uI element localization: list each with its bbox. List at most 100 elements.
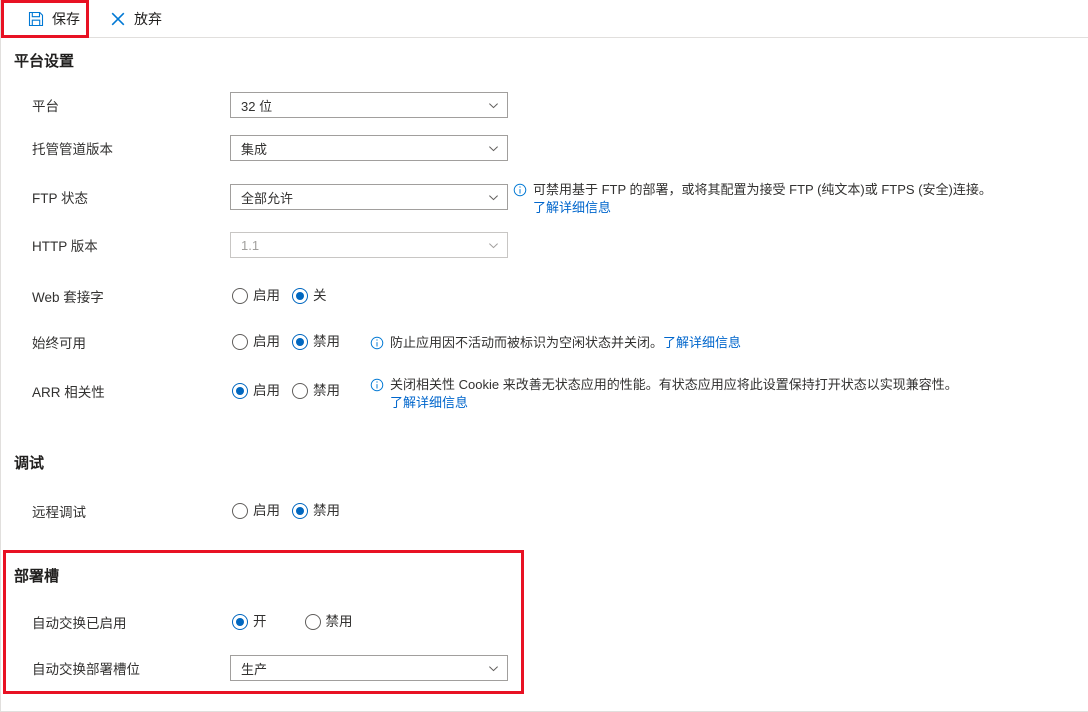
- ftp-state-learn-more-link[interactable]: 了解详细信息: [533, 200, 611, 215]
- field-remote-debugging: 启用 禁用: [232, 498, 348, 524]
- close-icon: [110, 11, 126, 27]
- radio-circle-icon: [232, 503, 248, 519]
- radio-circle-icon: [292, 383, 308, 399]
- discard-button-label: 放弃: [134, 10, 162, 27]
- auto-swap-slot-value: 生产: [241, 661, 268, 677]
- always-on-info-text: 防止应用因不活动而被标识为空闲状态并关闭。了解详细信息: [390, 334, 741, 352]
- row-label-auto-swap-slot: 自动交换部署槽位: [32, 662, 140, 677]
- radio-circle-icon: [292, 334, 308, 350]
- row-label-arr-affinity: ARR 相关性: [32, 385, 105, 400]
- info-icon: [513, 183, 527, 197]
- arr-affinity-option-enable[interactable]: 启用: [232, 383, 288, 399]
- platform-dropdown-value: 32 位: [241, 98, 273, 114]
- auto-swap-option-disable[interactable]: 禁用: [304, 614, 361, 630]
- ftp-state-info-text: 可禁用基于 FTP 的部署，或将其配置为接受 FTP (纯文本)或 FTPS (…: [533, 181, 992, 217]
- row-label-http-version: HTTP 版本: [32, 239, 98, 254]
- section-title-platform: 平台设置: [14, 53, 75, 70]
- row-label-platform: 平台: [32, 99, 59, 114]
- save-icon: [28, 11, 44, 27]
- http-version-dropdown[interactable]: 1.1: [230, 232, 508, 258]
- field-ftp-state: 全部允许: [230, 184, 508, 210]
- remote-debugging-radio-group: 启用 禁用: [232, 498, 348, 524]
- auto-swap-slot-dropdown[interactable]: 生产: [230, 655, 508, 681]
- ftp-state-info-body: 可禁用基于 FTP 的部署，或将其配置为接受 FTP (纯文本)或 FTPS (…: [533, 182, 992, 197]
- field-always-on: 启用 禁用: [232, 329, 348, 355]
- radio-circle-icon: [232, 334, 248, 350]
- field-auto-swap-enabled: 开 禁用: [232, 609, 361, 635]
- save-button[interactable]: 保存: [16, 1, 92, 37]
- arr-affinity-option-enable-label: 启用: [253, 383, 280, 399]
- arr-affinity-info-text: 关闭相关性 Cookie 来改善无状态应用的性能。有状态应用应将此设置保持打开状…: [390, 376, 958, 412]
- auto-swap-option-on[interactable]: 开: [232, 614, 275, 630]
- remote-debugging-option-disable[interactable]: 禁用: [292, 503, 348, 519]
- web-sockets-option-on[interactable]: 启用: [232, 288, 288, 304]
- radio-circle-icon: [232, 383, 248, 399]
- web-sockets-option-off-label: 关: [313, 288, 327, 304]
- ftp-state-info: 可禁用基于 FTP 的部署，或将其配置为接受 FTP (纯文本)或 FTPS (…: [513, 181, 992, 217]
- always-on-learn-more-link[interactable]: 了解详细信息: [663, 335, 741, 350]
- pipeline-version-value: 集成: [241, 141, 268, 157]
- ftp-state-dropdown[interactable]: 全部允许: [230, 184, 508, 210]
- row-label-remote-debugging: 远程调试: [32, 505, 86, 520]
- chevron-down-icon: [488, 662, 499, 673]
- save-button-label: 保存: [52, 10, 80, 27]
- arr-affinity-info: 关闭相关性 Cookie 来改善无状态应用的性能。有状态应用应将此设置保持打开状…: [370, 376, 958, 412]
- row-label-pipeline: 托管管道版本: [32, 142, 113, 157]
- row-web-sockets: Web 套接字 启用 关: [2, 283, 1088, 313]
- platform-dropdown[interactable]: 32 位: [230, 92, 508, 118]
- arr-affinity-option-disable-label: 禁用: [313, 383, 340, 399]
- radio-circle-icon: [292, 503, 308, 519]
- discard-button[interactable]: 放弃: [98, 1, 174, 37]
- radio-circle-icon: [232, 614, 248, 630]
- remote-debugging-option-enable[interactable]: 启用: [232, 503, 288, 519]
- web-sockets-option-off[interactable]: 关: [292, 288, 335, 304]
- section-title-debug: 调试: [14, 455, 45, 472]
- field-http-version: 1.1: [230, 232, 508, 258]
- row-auto-swap-slot: 自动交换部署槽位 生产: [2, 655, 1088, 685]
- remote-debugging-option-disable-label: 禁用: [313, 503, 340, 519]
- radio-circle-icon: [304, 614, 321, 630]
- row-auto-swap-enabled: 自动交换已启用 开 禁用: [2, 609, 1088, 639]
- configuration-page: 保存 放弃 平台设置 平台 32 位 托管管道版本 集成 FTP 状态 全部允许…: [0, 0, 1088, 712]
- field-pipeline: 集成: [230, 135, 508, 161]
- auto-swap-option-on-label: 开: [253, 614, 267, 630]
- arr-affinity-option-disable[interactable]: 禁用: [292, 383, 348, 399]
- web-sockets-radio-group: 启用 关: [232, 283, 335, 309]
- row-remote-debugging: 远程调试 启用 禁用: [2, 498, 1088, 528]
- chevron-down-icon: [488, 239, 499, 250]
- http-version-value: 1.1: [241, 237, 260, 253]
- auto-swap-option-disable-label: 禁用: [325, 614, 353, 630]
- row-label-auto-swap-enabled: 自动交换已启用: [32, 616, 127, 631]
- auto-swap-radio-group: 开 禁用: [232, 609, 361, 635]
- arr-affinity-learn-more-link[interactable]: 了解详细信息: [390, 395, 468, 410]
- always-on-option-disable-label: 禁用: [313, 334, 340, 350]
- field-web-sockets: 启用 关: [232, 283, 335, 309]
- field-auto-swap-slot: 生产: [230, 655, 508, 681]
- info-icon: [370, 336, 384, 350]
- always-on-option-enable-label: 启用: [253, 334, 280, 350]
- row-label-web-sockets: Web 套接字: [32, 290, 104, 305]
- command-toolbar: 保存 放弃: [2, 0, 1088, 38]
- radio-circle-icon: [232, 288, 248, 304]
- chevron-down-icon: [488, 142, 499, 153]
- chevron-down-icon: [488, 99, 499, 110]
- field-arr-affinity: 启用 禁用: [232, 378, 348, 404]
- always-on-radio-group: 启用 禁用: [232, 329, 348, 355]
- web-sockets-option-on-label: 启用: [253, 288, 280, 304]
- info-icon: [370, 378, 384, 392]
- arr-affinity-info-body: 关闭相关性 Cookie 来改善无状态应用的性能。有状态应用应将此设置保持打开状…: [390, 377, 958, 392]
- always-on-info-body: 防止应用因不活动而被标识为空闲状态并关闭。: [390, 335, 664, 350]
- always-on-option-disable[interactable]: 禁用: [292, 334, 348, 350]
- field-platform: 32 位: [230, 92, 508, 118]
- section-title-deployment-slot: 部署槽: [14, 568, 60, 585]
- chevron-down-icon: [488, 191, 499, 202]
- row-label-ftp-state: FTP 状态: [32, 191, 89, 206]
- row-platform: 平台 32 位: [2, 92, 1088, 122]
- ftp-state-value: 全部允许: [241, 190, 294, 206]
- pipeline-version-dropdown[interactable]: 集成: [230, 135, 508, 161]
- remote-debugging-option-enable-label: 启用: [253, 503, 280, 519]
- always-on-info: 防止应用因不活动而被标识为空闲状态并关闭。了解详细信息: [370, 334, 741, 352]
- settings-content: 平台设置 平台 32 位 托管管道版本 集成 FTP 状态 全部允许 可禁用基于…: [2, 38, 1088, 711]
- row-label-always-on: 始终可用: [32, 336, 86, 351]
- always-on-option-enable[interactable]: 启用: [232, 334, 288, 350]
